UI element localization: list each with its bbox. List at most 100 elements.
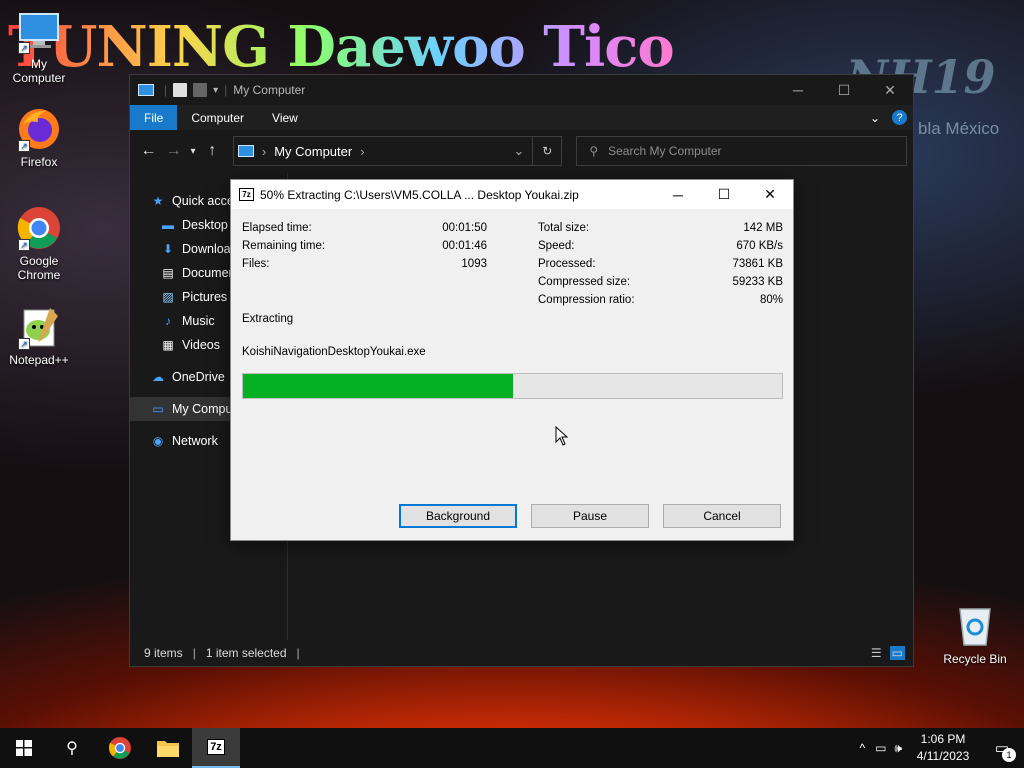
status-bar: 9 items | 1 item selected | ☰ ▭ [144,646,905,660]
nav-item-label: Network [172,434,218,448]
search-icon: ⚲ [66,740,78,757]
total-size-value: 142 MB [743,222,783,234]
speed-label: Speed: [538,240,575,252]
video-icon: ▦ [162,338,174,352]
address-bar[interactable]: › My Computer › ⌄ [232,136,534,166]
back-button[interactable]: ← [136,142,161,160]
explorer-titlebar[interactable]: | ▾ | My Computer ─ ☐ ✕ [130,75,913,105]
compressed-size-label: Compressed size: [538,276,631,288]
speed-value: 670 KB/s [736,240,783,252]
cancel-button[interactable]: Cancel [663,504,781,528]
taskbar-7zip[interactable]: 7z [192,728,240,768]
cloud-icon: ☁ [152,370,164,384]
desktop-icon-label: Notepad++ [9,353,69,367]
desktop-icon: ▬ [162,218,174,232]
new-folder-icon[interactable] [193,83,208,97]
document-icon: ▤ [162,266,174,280]
total-size-label: Total size: [538,222,590,234]
pause-button[interactable]: Pause [531,504,649,528]
expand-ribbon-icon[interactable]: ⌄ [870,111,880,125]
elapsed-time-value: 00:01:50 [442,222,487,234]
close-button[interactable]: ✕ [747,180,793,210]
desktop-icon-firefox[interactable]: ↗ Firefox [3,106,75,169]
chrome-icon [108,737,131,759]
search-placeholder: Search My Computer [608,144,722,158]
taskbar-chrome[interactable] [96,728,144,768]
desktop-icon-label: Recycle Bin [943,652,1007,666]
desktop-icon-google-chrome[interactable]: ↗ Google Chrome [3,205,75,282]
computer-icon: ▭ [152,402,164,416]
chevron-right-icon: › [360,143,365,159]
wallpaper-title: TUNING Daewoo Tico [8,14,675,80]
clock-time: 1:06 PM [920,732,966,746]
chevron-right-icon: › [261,143,267,159]
extract-progress-bar [242,373,783,399]
network-status-icon[interactable]: ▭ [875,741,886,755]
star-icon: ★ [152,194,164,208]
firefox-icon: ↗ [16,106,62,152]
shortcut-arrow-icon: ↗ [18,42,30,54]
chevron-up-icon[interactable]: ^ [859,741,865,755]
computer-icon: ↗ [16,8,62,54]
large-icons-view-icon[interactable]: ▭ [889,646,905,660]
maximize-button[interactable]: ☐ [701,180,747,210]
current-file-label: KoishiNavigationDesktopYoukai.exe [242,346,426,358]
picture-icon: ▨ [162,290,174,304]
download-icon: ⬇ [162,242,174,256]
windows-logo-icon [16,740,32,756]
recycle-bin-icon [952,603,998,649]
music-icon: ♪ [165,314,171,328]
tab-computer[interactable]: Computer [177,105,258,130]
compressed-size-value: 59233 KB [732,276,783,288]
background-button[interactable]: Background [399,504,517,528]
address-text: My Computer [274,143,353,159]
shortcut-arrow-icon: ↗ [18,140,30,152]
forward-button[interactable]: → [161,142,186,160]
folder-icon [157,741,179,757]
files-value: 1093 [461,258,487,270]
shortcut-arrow-icon: ↗ [18,239,30,251]
7zip-icon: 7z [239,188,254,201]
extract-progress-dialog[interactable]: 7z 50% Extracting C:\Users\VM5.COLLA ...… [230,179,794,541]
remaining-time-value: 00:01:46 [442,240,487,252]
details-view-icon[interactable]: ☰ [871,646,882,660]
search-box[interactable]: ⚲ Search My Computer [576,136,908,166]
desktop-icon-label: Firefox [20,155,58,169]
taskbar-file-explorer[interactable] [144,728,192,768]
desktop-icon-recycle-bin[interactable]: Recycle Bin [939,603,1011,666]
address-row: ← → ▾ ↑ › My Computer › ⌄ ↻ ⚲ Search My … [130,130,913,172]
notification-center-button[interactable]: ▭ 1 [980,728,1024,768]
shortcut-arrow-icon: ↗ [18,338,30,350]
close-button[interactable]: ✕ [867,75,913,105]
start-button[interactable] [0,728,48,768]
nav-item-label: OneDrive [172,370,225,384]
clock[interactable]: 1:06 PM 4/11/2023 [906,731,980,765]
minimize-button[interactable]: ─ [775,75,821,105]
recent-locations-button[interactable]: ▾ [186,146,200,157]
properties-icon[interactable] [173,83,188,97]
volume-icon[interactable]: 🕪 [894,741,902,756]
search-button[interactable]: ⚲ [48,728,96,768]
tab-file[interactable]: File [130,105,178,130]
chevron-down-icon[interactable]: ⌄ [513,143,524,159]
customize-qat-icon[interactable]: ▾ [213,85,218,96]
desktop-icon-label: Google Chrome [17,254,61,282]
computer-icon [237,145,254,157]
up-button[interactable]: ↑ [200,142,225,160]
tab-view[interactable]: View [258,105,312,130]
desktop-icon-notepadpp[interactable]: ↗ Notepad++ [3,304,75,367]
processed-label: Processed: [538,258,596,270]
maximize-button[interactable]: ☐ [821,75,867,105]
nav-item-label: Music [182,314,215,328]
network-icon: ◉ [152,434,164,448]
dialog-titlebar[interactable]: 7z 50% Extracting C:\Users\VM5.COLLA ...… [231,180,793,209]
help-icon[interactable]: ? [892,110,907,125]
desktop-icon-my-computer[interactable]: ↗ My Computer [3,8,75,85]
elapsed-time-label: Elapsed time: [242,222,312,234]
remaining-time-label: Remaining time: [242,240,326,252]
compression-ratio-label: Compression ratio: [538,294,635,306]
ribbon-tabs: File Computer View ⌄ ? [130,105,913,130]
minimize-button[interactable]: ─ [655,180,701,210]
refresh-button[interactable]: ↻ [533,136,563,166]
chrome-icon: ↗ [16,205,62,251]
